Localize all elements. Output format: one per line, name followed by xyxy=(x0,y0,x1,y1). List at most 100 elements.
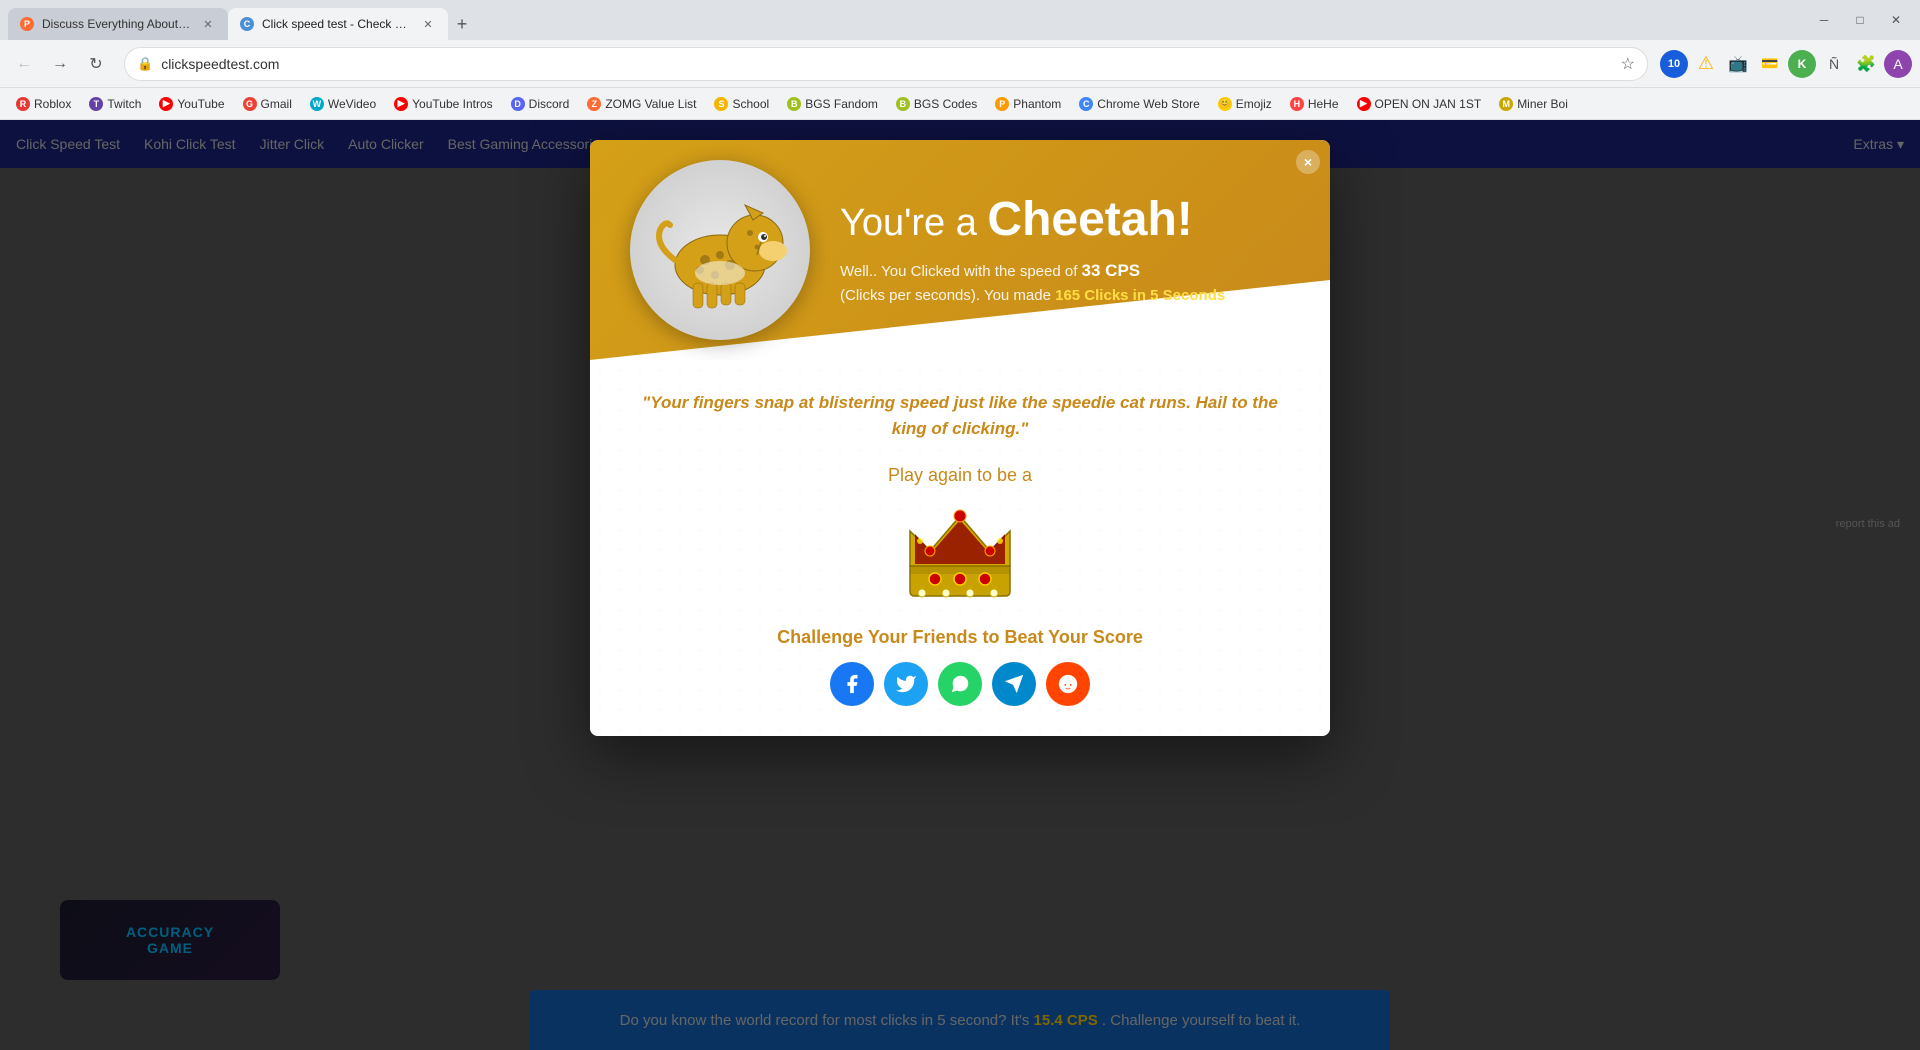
tab2-title: Click speed test - Check Clicks pe... xyxy=(262,17,412,31)
play-again-section: Play again to be a xyxy=(630,465,1290,486)
play-again-label: Play again to be a xyxy=(630,465,1290,486)
bookmark-bgsfandom[interactable]: B BGS Fandom xyxy=(779,94,886,114)
ext-bitwarden[interactable]: 10 xyxy=(1660,50,1688,78)
bookmark-discord-favicon: D xyxy=(511,97,525,111)
bookmark-school[interactable]: S School xyxy=(706,94,777,114)
modal-header: You're a Cheetah! Well.. You Clicked wit… xyxy=(590,140,1330,360)
bookmark-youtube[interactable]: ▶ YouTube xyxy=(151,94,232,114)
cheetah-image-circle xyxy=(630,160,810,340)
bookmark-school-favicon: S xyxy=(714,97,728,111)
bookmark-star[interactable]: ☆ xyxy=(1621,54,1635,74)
bookmark-ytintros[interactable]: ▶ YouTube Intros xyxy=(386,94,501,114)
share-facebook-button[interactable] xyxy=(830,662,874,706)
tab-active[interactable]: C Click speed test - Check Clicks pe... … xyxy=(228,8,448,40)
bookmark-youtube-favicon: ▶ xyxy=(159,97,173,111)
bookmarks-bar: R Roblox T Twitch ▶ YouTube G Gmail W We… xyxy=(0,88,1920,120)
reload-button[interactable]: ↻ xyxy=(80,48,112,80)
modal-close-button[interactable]: × xyxy=(1296,150,1320,174)
bookmark-zomg[interactable]: Z ZOMG Value List xyxy=(579,94,704,114)
share-reddit-button[interactable] xyxy=(1046,662,1090,706)
bookmark-hehe-favicon: H xyxy=(1290,97,1304,111)
maximize-button[interactable]: □ xyxy=(1844,4,1876,36)
crown-svg xyxy=(900,506,1020,606)
bookmark-roblox[interactable]: R Roblox xyxy=(8,94,79,114)
modal-overlay: × xyxy=(0,120,1920,1050)
bookmark-open[interactable]: ▶ OPEN ON JAN 1ST xyxy=(1349,94,1490,114)
bookmark-youtube-label: YouTube xyxy=(177,97,224,111)
bookmark-emojiz[interactable]: 😊 Emojiz xyxy=(1210,94,1280,114)
cheetah-svg xyxy=(645,175,795,325)
clicks-value: 165 Clicks in 5 Seconds xyxy=(1055,287,1225,304)
tab2-favicon: C xyxy=(240,17,254,31)
modal-header-text: You're a Cheetah! Well.. You Clicked wit… xyxy=(840,192,1330,308)
tab1-favicon: P xyxy=(20,17,34,31)
bookmark-minerboi[interactable]: M Miner Boi xyxy=(1491,94,1576,114)
bookmark-emojiz-favicon: 😊 xyxy=(1218,97,1232,111)
back-button[interactable]: ← xyxy=(8,48,40,80)
address-bar[interactable]: 🔒 clickspeedtest.com ☆ xyxy=(124,47,1648,81)
bookmark-emojiz-label: Emojiz xyxy=(1236,97,1272,111)
modal-heading: You're a Cheetah! xyxy=(840,192,1290,247)
share-telegram-button[interactable] xyxy=(992,662,1036,706)
minimize-button[interactable]: ─ xyxy=(1808,4,1840,36)
bookmark-chromewebstore-favicon: C xyxy=(1079,97,1093,111)
bookmark-bgscodes-favicon: B xyxy=(896,97,910,111)
toolbar-extensions: 10 ⚠ 📺 💳 K Ñ 🧩 A xyxy=(1660,50,1912,78)
new-tab-button[interactable]: + xyxy=(448,10,476,38)
bookmark-school-label: School xyxy=(732,97,769,111)
share-whatsapp-button[interactable] xyxy=(938,662,982,706)
tab1-close[interactable]: ✕ xyxy=(200,16,216,32)
bookmark-open-label: OPEN ON JAN 1ST xyxy=(1375,97,1482,111)
forward-button[interactable]: → xyxy=(44,48,76,80)
bookmark-phantom[interactable]: P Phantom xyxy=(987,94,1069,114)
bookmark-hehe-label: HeHe xyxy=(1308,97,1339,111)
close-window-button[interactable]: ✕ xyxy=(1880,4,1912,36)
bookmark-bgsfandom-favicon: B xyxy=(787,97,801,111)
bookmark-ytintros-label: YouTube Intros xyxy=(412,97,493,111)
quote-text: "Your fingers snap at blistering speed j… xyxy=(630,390,1290,441)
bookmark-phantom-favicon: P xyxy=(995,97,1009,111)
lock-icon: 🔒 xyxy=(137,56,153,72)
profile-avatar[interactable]: A xyxy=(1884,50,1912,78)
ext-n[interactable]: Ñ xyxy=(1820,50,1848,78)
bookmark-bgscodes[interactable]: B BGS Codes xyxy=(888,94,985,114)
subtitle-mid: (Clicks per seconds). You made xyxy=(840,287,1055,304)
address-text: clickspeedtest.com xyxy=(161,56,1612,72)
ext-wallet[interactable]: 💳 xyxy=(1756,50,1784,78)
bookmark-discord-label: Discord xyxy=(529,97,570,111)
tab2-close[interactable]: ✕ xyxy=(420,16,436,32)
bookmark-chromewebstore[interactable]: C Chrome Web Store xyxy=(1071,94,1208,114)
subtitle-intro: Well.. You Clicked with the speed of xyxy=(840,263,1082,280)
bookmark-hehe[interactable]: H HeHe xyxy=(1282,94,1347,114)
bookmark-roblox-favicon: R xyxy=(16,97,30,111)
cps-value: 33 CPS xyxy=(1082,261,1141,280)
bookmark-twitch[interactable]: T Twitch xyxy=(81,94,149,114)
bookmark-gmail-favicon: G xyxy=(243,97,257,111)
modal-body: "Your fingers snap at blistering speed j… xyxy=(590,360,1330,736)
bookmark-twitch-favicon: T xyxy=(89,97,103,111)
share-twitter-button[interactable] xyxy=(884,662,928,706)
tab-inactive[interactable]: P Discuss Everything About Phanto... ✕ xyxy=(8,8,228,40)
ext-cast[interactable]: 📺 xyxy=(1724,50,1752,78)
bookmark-roblox-label: Roblox xyxy=(34,97,71,111)
bookmark-wevideo-favicon: W xyxy=(310,97,324,111)
ext-k[interactable]: K xyxy=(1788,50,1816,78)
bookmark-ytintros-favicon: ▶ xyxy=(394,97,408,111)
bookmark-gmail[interactable]: G Gmail xyxy=(235,94,300,114)
tab1-title: Discuss Everything About Phanto... xyxy=(42,17,192,31)
page-content: Click Speed Test Kohi Click Test Jitter … xyxy=(0,120,1920,1050)
ext-warning[interactable]: ⚠ xyxy=(1692,50,1720,78)
ext-puzzle[interactable]: 🧩 xyxy=(1852,50,1880,78)
bookmark-discord[interactable]: D Discord xyxy=(503,94,578,114)
bookmark-twitch-label: Twitch xyxy=(107,97,141,111)
result-modal: × xyxy=(590,140,1330,736)
challenge-text: Challenge Your Friends to Beat Your Scor… xyxy=(630,627,1290,648)
bookmark-wevideo[interactable]: W WeVideo xyxy=(302,94,384,114)
bookmark-phantom-label: Phantom xyxy=(1013,97,1061,111)
tab-bar: P Discuss Everything About Phanto... ✕ C… xyxy=(0,0,1920,40)
modal-subtitle: Well.. You Clicked with the speed of 33 … xyxy=(840,257,1290,308)
bookmark-minerboi-favicon: M xyxy=(1499,97,1513,111)
browser-toolbar: ← → ↻ 🔒 clickspeedtest.com ☆ 10 ⚠ 📺 💳 K … xyxy=(0,40,1920,88)
animal-title: Cheetah! xyxy=(987,193,1192,246)
social-share-buttons xyxy=(630,662,1290,706)
